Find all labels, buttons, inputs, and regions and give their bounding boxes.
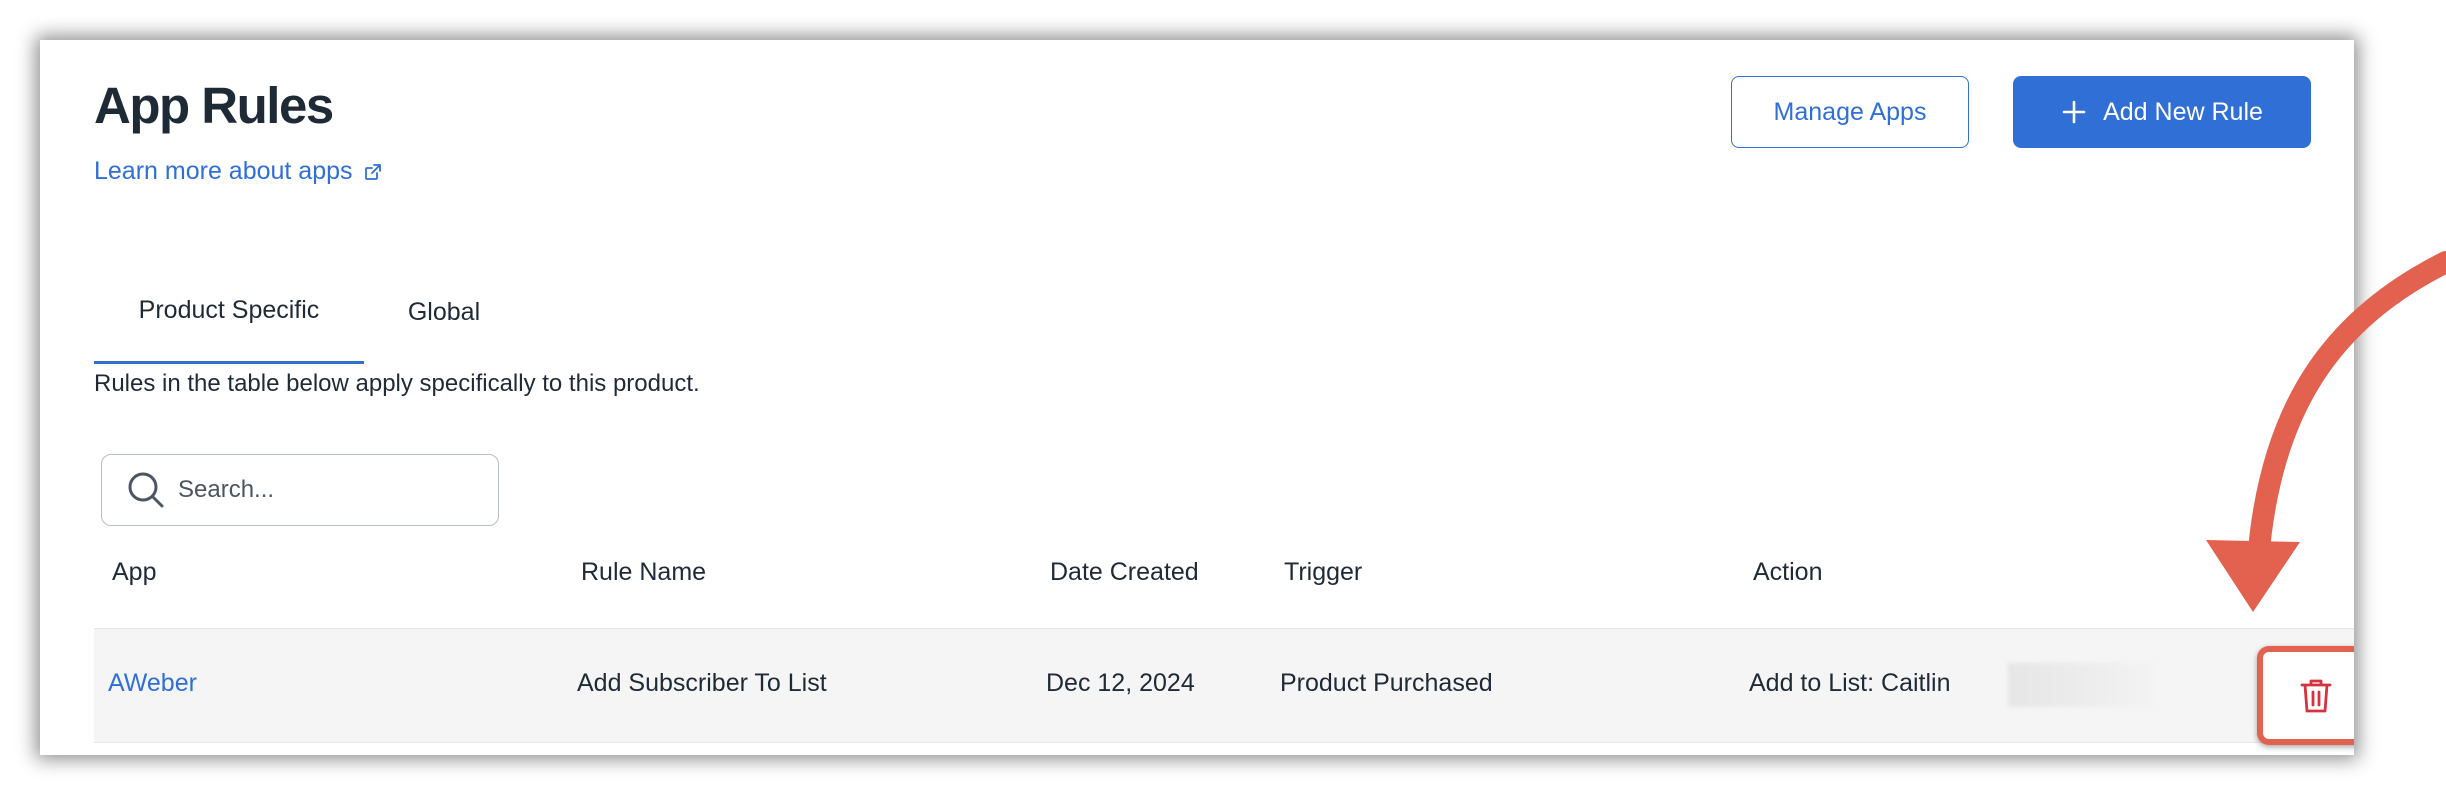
tab-product-specific[interactable]: Product Specific bbox=[94, 260, 364, 364]
learn-more-link[interactable]: Learn more about apps bbox=[94, 157, 383, 186]
column-header-action[interactable]: Action bbox=[1753, 558, 1822, 587]
add-new-rule-label: Add New Rule bbox=[2103, 97, 2263, 126]
column-header-rule-name[interactable]: Rule Name bbox=[581, 558, 706, 587]
table-row: AWeber Add Subscriber To List Dec 12, 20… bbox=[94, 628, 2354, 745]
delete-rule-button[interactable] bbox=[2257, 646, 2354, 745]
action-cell: Add to List: Caitlin bbox=[1749, 669, 1951, 697]
column-header-trigger[interactable]: Trigger bbox=[1284, 558, 1362, 587]
column-header-date-created[interactable]: Date Created bbox=[1050, 558, 1199, 587]
table-description: Rules in the table below apply specifica… bbox=[94, 370, 700, 397]
column-header-app[interactable]: App bbox=[112, 558, 156, 587]
learn-more-label: Learn more about apps bbox=[94, 157, 353, 185]
rule-name-cell: Add Subscriber To List bbox=[577, 669, 827, 697]
search-input[interactable] bbox=[176, 475, 480, 505]
app-rules-panel: App Rules Learn more about apps Manage A… bbox=[40, 40, 2354, 755]
search-box[interactable] bbox=[101, 454, 499, 526]
trigger-cell: Product Purchased bbox=[1280, 669, 1493, 697]
date-created-cell: Dec 12, 2024 bbox=[1046, 669, 1195, 697]
manage-apps-button[interactable]: Manage Apps bbox=[1731, 76, 1969, 148]
tab-global[interactable]: Global bbox=[364, 260, 524, 364]
add-new-rule-button[interactable]: Add New Rule bbox=[2013, 76, 2311, 148]
search-icon bbox=[128, 472, 164, 508]
page-title: App Rules bbox=[94, 77, 334, 134]
external-link-icon bbox=[364, 163, 381, 180]
app-link[interactable]: AWeber bbox=[108, 669, 197, 698]
redacted-text bbox=[2008, 663, 2153, 707]
trash-icon bbox=[2300, 679, 2331, 712]
plus-icon bbox=[2062, 100, 2086, 124]
